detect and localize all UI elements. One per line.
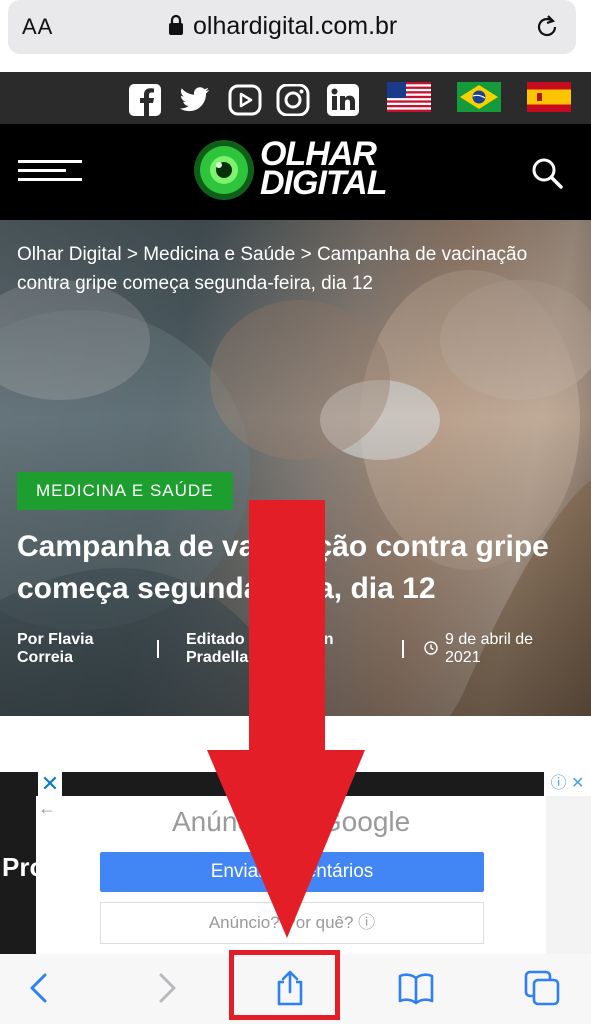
red-arrow-annotation bbox=[207, 500, 365, 938]
ad-info-button[interactable]: ⓘ ✕ bbox=[544, 772, 591, 796]
meta-divider bbox=[157, 640, 159, 658]
date-line-2: 2021 bbox=[445, 649, 481, 666]
ad-close-button[interactable]: ✕ bbox=[38, 772, 62, 796]
article-author[interactable]: Por Flavia Correia bbox=[17, 631, 93, 667]
instagram-icon[interactable] bbox=[276, 84, 310, 116]
author-line-2: Correia bbox=[17, 649, 74, 666]
facebook-icon[interactable] bbox=[128, 84, 162, 116]
menu-icon[interactable] bbox=[18, 158, 82, 184]
linkedin-icon[interactable] bbox=[326, 84, 360, 116]
twitter-icon[interactable] bbox=[178, 84, 212, 116]
logo-line-2: DIGITAL bbox=[260, 164, 387, 202]
forward-icon[interactable] bbox=[148, 970, 184, 1006]
share-button-highlight bbox=[229, 950, 340, 1020]
site-logo-text[interactable]: OLHAR DIGITAL bbox=[260, 137, 387, 202]
url-text[interactable]: olhardigital.com.br bbox=[193, 12, 397, 41]
category-badge[interactable]: MEDICINA E SAÚDE bbox=[17, 472, 233, 510]
logo-eye-icon bbox=[194, 140, 254, 200]
breadcrumb[interactable]: Olhar Digital > Medicina e Saúde > Campa… bbox=[17, 240, 577, 298]
brazil-flag-icon[interactable] bbox=[457, 82, 501, 112]
meta-divider bbox=[402, 640, 404, 658]
bookmarks-icon[interactable] bbox=[398, 970, 434, 1006]
lock-icon bbox=[169, 14, 183, 35]
ad-side-image bbox=[546, 790, 591, 954]
usa-flag-icon[interactable] bbox=[387, 82, 431, 112]
reload-icon[interactable] bbox=[533, 13, 561, 41]
article-date: 9 de abril de 2021 bbox=[445, 631, 565, 667]
ad-back-icon[interactable]: ← bbox=[38, 798, 56, 819]
text-size-button[interactable]: AA bbox=[22, 14, 53, 40]
spain-flag-icon[interactable] bbox=[527, 82, 571, 112]
search-icon[interactable] bbox=[530, 156, 564, 190]
youtube-icon[interactable] bbox=[228, 84, 262, 116]
date-line-1: 9 de abril de bbox=[445, 631, 534, 648]
tabs-icon[interactable] bbox=[524, 970, 560, 1006]
back-icon[interactable] bbox=[22, 970, 58, 1006]
clock-icon bbox=[424, 641, 438, 655]
author-line-1: Por Flavia bbox=[17, 631, 94, 648]
